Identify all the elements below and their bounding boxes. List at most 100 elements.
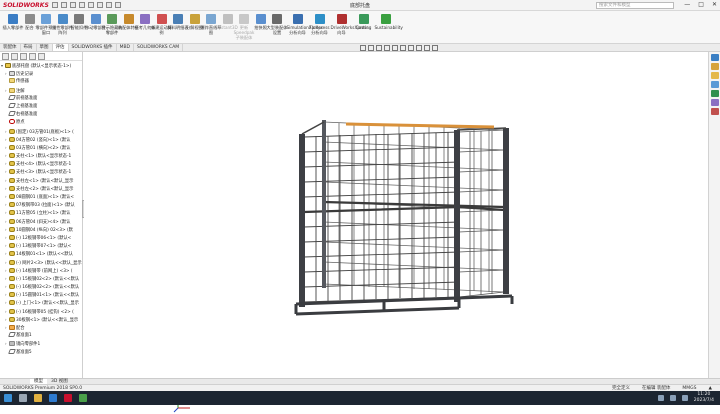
file-explorer-taskbar-icon[interactable] [34,394,42,402]
view-settings-icon[interactable] [432,45,438,51]
tree-item-label: (-) 网片2<3> (默认<<默认_显示 [16,260,82,266]
previous-view-icon[interactable] [376,45,382,51]
search-input[interactable]: 搜索文件和模型 [596,2,674,9]
custom-properties-icon[interactable] [710,99,719,106]
save-icon[interactable] [70,2,76,8]
document-title: 底部托盘 [349,3,371,9]
addin-button-3[interactable]: Costing [353,14,375,30]
display-style-icon[interactable] [400,45,406,51]
tree-item[interactable]: › 14板钢01<1> (默认<<默认 [1,250,82,258]
tree-item[interactable]: › 11方管05 (立柱)<1> (默认 [1,209,82,217]
tree-item[interactable]: › 历史记录 [1,70,82,78]
app-taskbar-icon[interactable] [79,394,87,402]
forum-icon[interactable] [710,108,719,115]
options-icon[interactable] [115,2,121,8]
tree-item[interactable]: › 03方管01 (横向)<2> (默认 [1,144,82,152]
tree-item[interactable]: 基准面1 [1,332,82,340]
tree-item[interactable]: 上视基准面 [1,102,82,111]
design-library-icon[interactable] [710,63,719,70]
appearances-icon[interactable] [710,90,719,97]
hide-show-items-icon[interactable] [408,45,414,51]
tree-item[interactable]: › (-) 网片2<3> (默认<<默认_显示 [1,259,82,267]
configuration-manager-tab-icon[interactable] [20,53,27,60]
volume-icon[interactable] [669,394,676,401]
tree-item[interactable]: 原点 [1,119,82,127]
tree-item[interactable]: 基准面5 [1,348,82,357]
pallet-cage-model [294,120,514,316]
appearance-icon[interactable] [416,45,422,51]
command-tab-2[interactable]: 草图 [37,44,53,51]
tree-item[interactable]: › 镜向零部件1 [1,340,82,348]
tree-item[interactable]: 前视基准面 [1,94,82,103]
search-taskbar-icon[interactable] [19,394,27,402]
clock-date: 2023/7/4 [693,397,714,403]
maximize-button[interactable]: □ [698,1,704,8]
input-method-icon[interactable] [681,394,688,401]
start-icon[interactable] [4,394,12,402]
command-tab-3[interactable]: 评估 [52,44,69,51]
clock[interactable]: 11:20 2023/7/4 [694,392,714,403]
tree-item[interactable]: › 支柱<1> (默认<显示状态-1 [1,152,82,160]
tree-item[interactable]: ▾ 底部托盘 (默认<显示状态-1>) [1,62,82,70]
command-tab-6[interactable]: SOLIDWORKS CAM [134,44,184,51]
scene-icon[interactable] [424,45,430,51]
tree-item[interactable]: › 30板钢<1> (默认<<默认_显示 [1,316,82,324]
tree-item[interactable]: › (-) 13板钢带07<1> (默认< [1,242,82,250]
tree-item[interactable]: › 04方管02 (竖向)<1> (默认 [1,136,82,144]
tree-item[interactable]: › 配合 [1,324,82,332]
tree-item[interactable]: › 支柱<3> (默认<显示状态-1 [1,168,82,176]
select-icon[interactable] [97,2,103,8]
resources-icon[interactable] [710,54,719,61]
tree-item[interactable]: › 注解 [1,87,82,95]
tree-item-label: 注解 [16,88,25,94]
command-tab-4[interactable]: SOLIDWORKS 插件 [69,44,117,51]
display-manager-tab-icon[interactable] [38,53,45,60]
tree-item[interactable]: 右视基准面 [1,111,82,119]
open-file-icon[interactable] [61,2,67,8]
view-orientation-icon[interactable] [392,45,398,51]
graphics-area[interactable] [84,52,706,413]
tree-item[interactable]: › 支柱左<1> (默认<默认_显示 [1,177,82,185]
tree-item[interactable]: › (-) 15圆钢01<1> (默认<<默认 [1,291,82,299]
feature-tree-tab-icon[interactable] [2,53,9,60]
solidworks-taskbar-icon[interactable] [64,394,72,402]
command-tab-1[interactable]: 布局 [21,44,37,51]
tree-item[interactable]: › 支柱<4> (默认<显示状态-1 [1,160,82,168]
tree-item[interactable]: › 10圆钢04 (纵向) 02<3> (默 [1,226,82,234]
tree-item[interactable]: › 08圆钢01 (底面)<1> (默认< [1,193,82,201]
file-explorer-icon[interactable] [710,72,719,79]
property-manager-tab-icon[interactable] [11,53,18,60]
rebuild-icon[interactable] [106,2,112,8]
addin-button-2[interactable]: DriveWorksXpress 向导 [331,14,369,35]
tree-item[interactable]: › (-) 15板钢02<2> (默认<<默认 [1,275,82,283]
command-tab-5[interactable]: MBD [117,44,134,51]
tree-item[interactable]: › (-) 16板钢02<2> (默认<<默认 [1,283,82,291]
new-file-icon[interactable] [52,2,58,8]
network-icon[interactable] [657,394,664,401]
dimxpert-tab-icon[interactable] [29,53,36,60]
view-palette-icon[interactable] [710,81,719,88]
minimize-button[interactable]: — [684,1,690,8]
tree-item-label: 10圆钢04 (纵向) 02<3> (默 [16,227,73,233]
tree-item[interactable]: › (固定) 03方管01(底板)<1> ( [1,128,82,136]
tree-item[interactable]: 传感器 [1,78,82,86]
tree-item[interactable]: › 06方管04 (斜支)<4> (默认 [1,218,82,226]
print-icon[interactable] [79,2,85,8]
tree-item[interactable]: › (-) 16板钢带05 (挂钩) <2> ( [1,308,82,316]
command-tab-0[interactable]: 装配体 [0,44,21,51]
section-view-icon[interactable] [384,45,390,51]
close-button[interactable]: ✕ [712,1,717,8]
browser-taskbar-icon[interactable] [49,394,57,402]
tree-item[interactable]: › 07板钢带03 (拉面)<1> (默认 [1,201,82,209]
tree-item[interactable]: › (-) 14板钢带 (前网上) <3> ( [1,267,82,275]
undo-icon[interactable] [88,2,94,8]
addin-button-1[interactable]: FloXpress 分析向导 [309,14,331,35]
zoom-area-icon[interactable] [368,45,374,51]
zoom-fit-icon[interactable] [360,45,366,51]
ribbon-button-16[interactable]: 大型装配体设置 [266,14,288,35]
addin-button-0[interactable]: SimulationXpress 分析向导 [287,14,323,35]
tree-item[interactable]: › 支柱左<2> (默认<默认_显示 [1,185,82,193]
tree-item[interactable]: › (-) 上门<1> (默认<<默认_显示 [1,299,82,307]
addin-button-4[interactable]: Sustainability [375,14,403,30]
tree-item[interactable]: › (-) 12板钢带06<1> (默认< [1,234,82,242]
